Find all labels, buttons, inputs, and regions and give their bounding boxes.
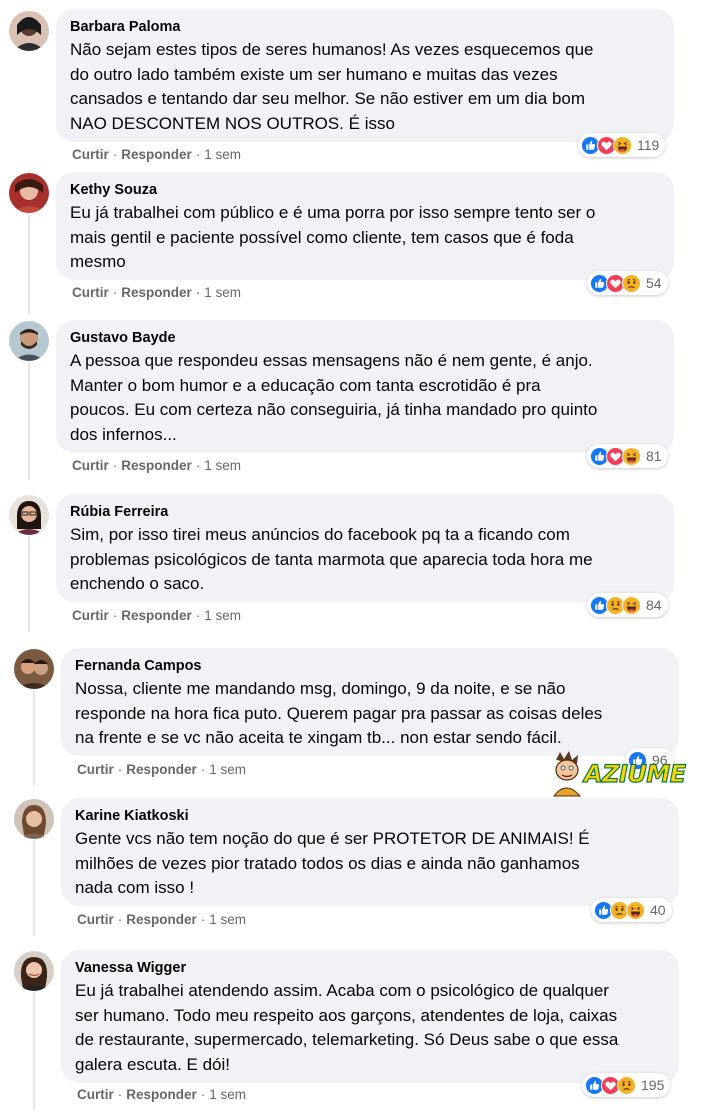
- comment-text: A pessoa que respondeu essas mensagens n…: [70, 351, 598, 444]
- reactions-summary[interactable]: 195: [582, 1073, 671, 1097]
- thread-line: [33, 840, 35, 936]
- reply-button[interactable]: Responder: [126, 912, 197, 927]
- timestamp[interactable]: 1 sem: [209, 1087, 246, 1102]
- reaction-count: 54: [646, 275, 662, 291]
- reaction-count: 40: [650, 902, 666, 918]
- reaction-count: 195: [641, 1077, 665, 1093]
- avatar[interactable]: [9, 495, 49, 535]
- comment-author[interactable]: Karine Kiatkoski: [75, 807, 665, 825]
- watermark-text: AZIUME: [583, 759, 686, 788]
- comment-bubble: Kethy Souza Eu já trabalhei com público …: [56, 172, 674, 280]
- haha-icon: [622, 446, 641, 466]
- reactions-summary[interactable]: 40: [591, 898, 672, 922]
- thread-line: [33, 992, 35, 1110]
- separator: ·: [195, 285, 201, 300]
- haha-icon: [622, 595, 641, 615]
- comment-actions: Curtir · Responder · 1 sem: [72, 146, 241, 164]
- thread-line: [28, 362, 30, 480]
- like-button[interactable]: Curtir: [72, 458, 109, 473]
- reaction-count: 81: [646, 448, 662, 464]
- comment-text: Eu já trabalhei com público e é uma porr…: [70, 203, 596, 271]
- reply-button[interactable]: Responder: [121, 285, 192, 300]
- like-button[interactable]: Curtir: [77, 912, 114, 927]
- aziume-watermark: AZIUME: [546, 750, 696, 798]
- thread-line: [28, 214, 30, 314]
- reactions-summary[interactable]: 81: [587, 444, 668, 468]
- comment-author[interactable]: Barbara Paloma: [70, 18, 660, 36]
- comment-author[interactable]: Vanessa Wigger: [75, 959, 665, 977]
- comment-actions: Curtir · Responder · 1 sem: [77, 761, 246, 779]
- like-button[interactable]: Curtir: [77, 1087, 114, 1102]
- mascot-icon: [552, 751, 582, 797]
- avatar[interactable]: [14, 649, 54, 689]
- comment-actions: Curtir · Responder · 1 sem: [77, 1086, 246, 1104]
- separator: ·: [117, 912, 123, 927]
- separator: ·: [195, 608, 201, 623]
- haha-icon: [626, 900, 645, 920]
- separator: ·: [195, 458, 201, 473]
- like-button[interactable]: Curtir: [72, 608, 109, 623]
- comment-bubble: Barbara Paloma Não sejam estes tipos de …: [56, 9, 674, 142]
- reply-button[interactable]: Responder: [126, 762, 197, 777]
- reply-button[interactable]: Responder: [121, 458, 192, 473]
- separator: ·: [200, 1087, 206, 1102]
- reply-button[interactable]: Responder: [126, 1087, 197, 1102]
- separator: ·: [117, 1087, 123, 1102]
- comment-actions: Curtir · Responder · 1 sem: [72, 607, 241, 625]
- like-button[interactable]: Curtir: [72, 285, 109, 300]
- comment-text: Gente vcs não tem noção do que é ser PRO…: [75, 829, 590, 897]
- comment-text: Nossa, cliente me mandando msg, domingo,…: [75, 679, 603, 747]
- avatar[interactable]: [14, 799, 54, 839]
- like-button[interactable]: Curtir: [77, 762, 114, 777]
- reply-button[interactable]: Responder: [121, 147, 192, 162]
- separator: ·: [200, 912, 206, 927]
- comment-actions: Curtir · Responder · 1 sem: [72, 457, 241, 475]
- timestamp[interactable]: 1 sem: [209, 762, 246, 777]
- reaction-count: 119: [637, 137, 660, 153]
- timestamp[interactable]: 1 sem: [204, 608, 241, 623]
- separator: ·: [200, 762, 206, 777]
- separator: ·: [195, 147, 201, 162]
- avatar[interactable]: [9, 173, 49, 213]
- separator: ·: [117, 762, 123, 777]
- comment-text: Eu já trabalhei atendendo assim. Acaba c…: [75, 981, 619, 1074]
- separator: ·: [112, 458, 118, 473]
- timestamp[interactable]: 1 sem: [204, 147, 241, 162]
- comment-text: Não sejam estes tipos de seres humanos! …: [70, 40, 594, 133]
- timestamp[interactable]: 1 sem: [209, 912, 246, 927]
- comment-actions: Curtir · Responder · 1 sem: [77, 911, 246, 929]
- reactions-summary[interactable]: 54: [587, 271, 668, 295]
- sad-icon: [622, 273, 641, 293]
- timestamp[interactable]: 1 sem: [204, 458, 241, 473]
- comment-bubble: Gustavo Bayde A pessoa que respondeu ess…: [56, 320, 674, 453]
- comment-author[interactable]: Gustavo Bayde: [70, 329, 660, 347]
- like-button[interactable]: Curtir: [72, 147, 109, 162]
- avatar[interactable]: [14, 951, 54, 991]
- reaction-count: 84: [646, 597, 662, 613]
- haha-icon: [613, 135, 632, 155]
- separator: ·: [112, 608, 118, 623]
- comment-author[interactable]: Kethy Souza: [70, 181, 660, 199]
- reactions-summary[interactable]: 119: [578, 133, 666, 157]
- avatar[interactable]: [9, 321, 49, 361]
- separator: ·: [112, 285, 118, 300]
- separator: ·: [112, 147, 118, 162]
- avatar[interactable]: [9, 11, 49, 51]
- sad-icon: [617, 1075, 636, 1095]
- comment-text: Sim, por isso tirei meus anúncios do fac…: [70, 525, 593, 593]
- reply-button[interactable]: Responder: [121, 608, 192, 623]
- comment-bubble: Rúbia Ferreira Sim, por isso tirei meus …: [56, 494, 674, 602]
- comment-author[interactable]: Fernanda Campos: [75, 657, 665, 675]
- thread-line: [28, 536, 30, 632]
- comment-bubble: Vanessa Wigger Eu já trabalhei atendendo…: [61, 950, 679, 1083]
- comment-actions: Curtir · Responder · 1 sem: [72, 284, 241, 302]
- timestamp[interactable]: 1 sem: [204, 285, 241, 300]
- thread-line: [33, 690, 35, 786]
- comment-author[interactable]: Rúbia Ferreira: [70, 503, 660, 521]
- comment-bubble: Karine Kiatkoski Gente vcs não tem noção…: [61, 798, 679, 906]
- reactions-summary[interactable]: 84: [587, 593, 668, 617]
- comment-bubble: Fernanda Campos Nossa, cliente me mandan…: [61, 648, 679, 756]
